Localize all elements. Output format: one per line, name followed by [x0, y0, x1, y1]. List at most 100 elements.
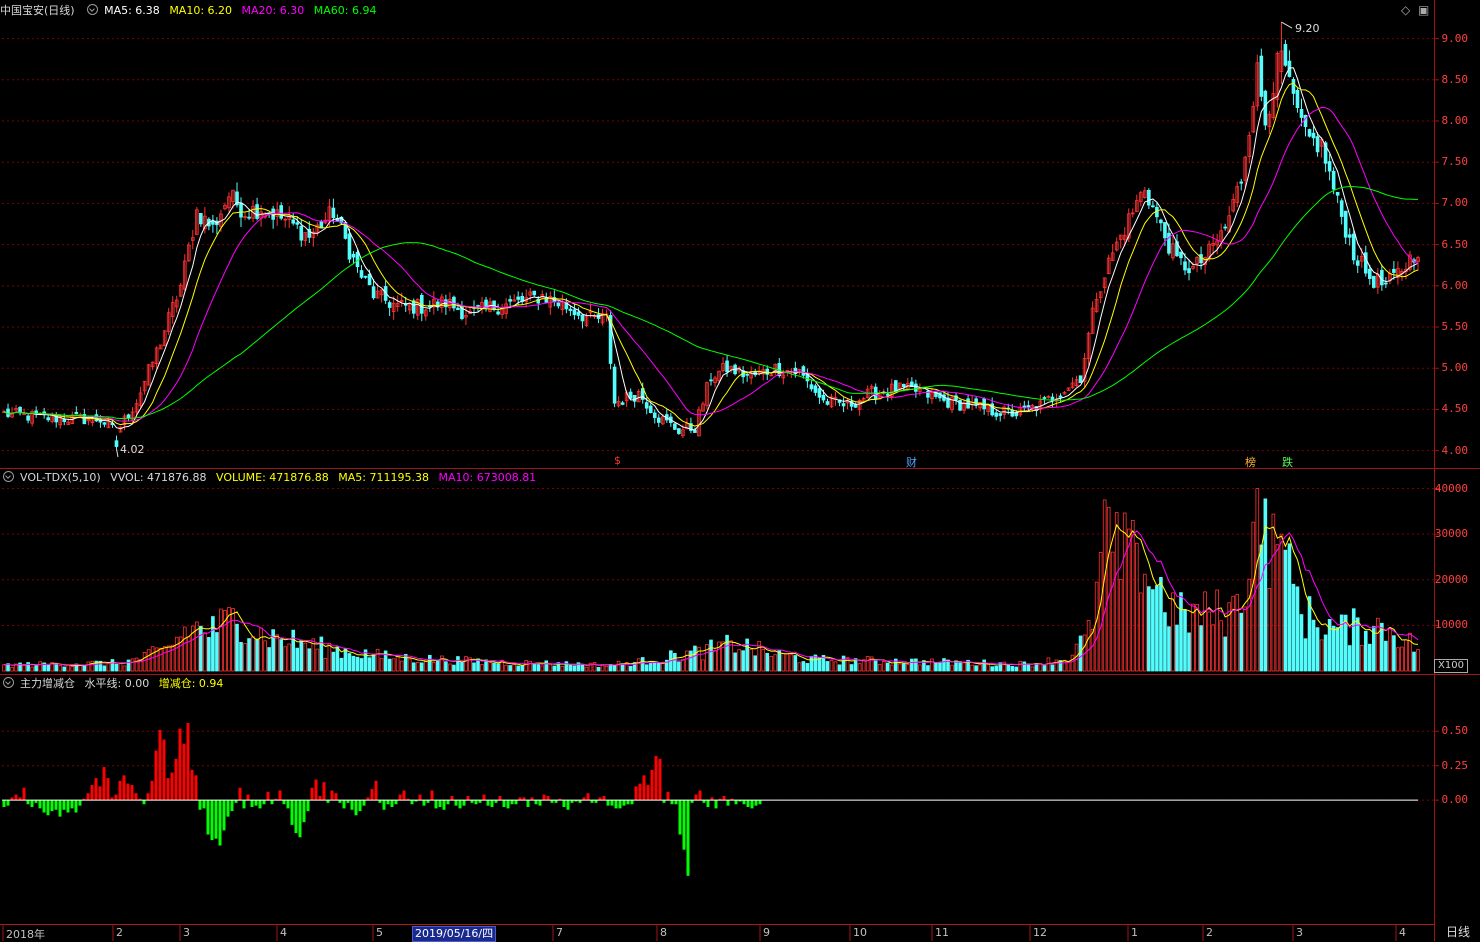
volume-bar	[544, 660, 549, 672]
volume-bar	[448, 663, 452, 672]
indicator-bar	[258, 800, 262, 809]
price-axis-label: 7.00	[1441, 196, 1469, 210]
indicator-bar	[430, 790, 434, 801]
candle-body	[331, 207, 336, 218]
indicator-bar	[634, 786, 638, 801]
indicator-bar	[310, 787, 314, 801]
volume-bar	[741, 650, 745, 672]
candle-body	[1022, 405, 1027, 408]
volume-bar	[962, 662, 966, 672]
indicator-bar	[194, 775, 198, 801]
diamond-icon[interactable]: ◇	[1401, 4, 1410, 16]
volume-bar	[295, 647, 300, 672]
candle-body	[673, 423, 677, 430]
indicator-bar	[462, 800, 466, 806]
window-icon[interactable]: ▣	[1418, 4, 1429, 16]
price-axis-label: 9.00	[1441, 31, 1469, 45]
volume-bar	[436, 659, 440, 672]
indicator-bar	[182, 743, 186, 801]
volume-bar	[1090, 629, 1095, 672]
indicator-bar	[602, 795, 606, 801]
indicator-bar	[678, 800, 682, 835]
volume-bar	[444, 661, 448, 672]
volume-bar	[110, 659, 115, 672]
indicator-bar	[638, 783, 642, 801]
indicator-bar	[666, 791, 670, 801]
volume-bar	[648, 663, 653, 672]
event-marker-dividend[interactable]: $	[614, 454, 621, 467]
volume-bar	[584, 666, 589, 672]
volume-bar	[134, 657, 139, 672]
volume-bar	[1412, 651, 1416, 672]
volume-bar	[22, 665, 26, 672]
collapse-icon[interactable]	[3, 471, 14, 482]
volume-bar	[287, 643, 292, 672]
volume-bar	[219, 608, 223, 672]
volume-bar	[118, 662, 123, 672]
volume-bar	[833, 661, 838, 672]
candle-body	[1311, 132, 1316, 139]
volume-bar	[701, 659, 705, 672]
volume-bar	[58, 665, 63, 672]
indicator-bar	[114, 794, 118, 801]
indicator-bar	[174, 758, 178, 801]
volume-bar	[1014, 666, 1019, 672]
volume-bar	[1114, 512, 1119, 672]
indicator-name[interactable]: 主力增减仓	[20, 677, 75, 690]
candle-body	[351, 253, 356, 258]
candle-body	[26, 415, 30, 421]
collapse-icon[interactable]	[87, 4, 99, 15]
volume-bar	[934, 662, 938, 672]
volume-axis-label: 20000	[1434, 572, 1468, 586]
volume-bar	[1195, 603, 1199, 672]
volume-bar	[652, 662, 657, 672]
volume-bar	[291, 629, 296, 672]
volume-bar	[749, 649, 753, 672]
candle-body	[809, 384, 814, 390]
indicator-bar	[442, 800, 446, 810]
indicator-bar	[50, 800, 54, 812]
indicator-bar	[438, 800, 442, 807]
indicator-axis-label: 0.00	[1441, 793, 1469, 807]
candle-body	[725, 360, 729, 373]
volume-bar	[753, 655, 757, 672]
candle-body	[998, 413, 1003, 416]
volume-bar	[693, 645, 697, 672]
volume-bar	[765, 652, 770, 672]
event-marker-ranking[interactable]: 榜	[1245, 454, 1256, 470]
event-marker-finance[interactable]: 财	[906, 454, 917, 470]
indicator-bar	[334, 793, 338, 801]
indicator-bar	[186, 723, 190, 801]
indicator-bar	[362, 800, 366, 806]
indicator-bar	[158, 729, 162, 801]
volume-bars	[2, 488, 1420, 672]
volume-bar	[335, 646, 340, 672]
volume-bar	[126, 659, 131, 672]
time-axis[interactable]	[0, 924, 1434, 942]
volume-bar	[1094, 581, 1099, 672]
indicator-bar	[390, 800, 394, 807]
candle-body	[801, 366, 806, 376]
volume-indicator-name[interactable]: VOL-TDX(5,10)	[20, 471, 101, 484]
candle-body	[1335, 191, 1340, 196]
indicator-bar	[78, 800, 82, 806]
volume-bar	[857, 663, 862, 672]
volume-bar	[906, 664, 910, 672]
volume-bar	[508, 665, 512, 672]
volume-bar	[2, 664, 6, 672]
candle-body	[102, 422, 107, 425]
volume-bar	[70, 666, 75, 672]
candle-body	[556, 302, 561, 307]
volume-bar	[82, 664, 87, 672]
time-axis-label: 2	[116, 926, 123, 939]
collapse-icon[interactable]	[3, 677, 14, 688]
price-axis-label: 7.50	[1441, 155, 1469, 169]
stock-title[interactable]: 中国宝安(日线)	[0, 4, 75, 17]
event-marker-drop[interactable]: 跌	[1282, 454, 1293, 470]
candle-body	[1295, 90, 1300, 108]
volume-bar	[1275, 544, 1280, 672]
period-button[interactable]: 日线	[1436, 924, 1480, 941]
indicator-bar	[290, 800, 294, 825]
volume-bar	[1416, 649, 1420, 672]
candle-body	[1058, 395, 1063, 398]
